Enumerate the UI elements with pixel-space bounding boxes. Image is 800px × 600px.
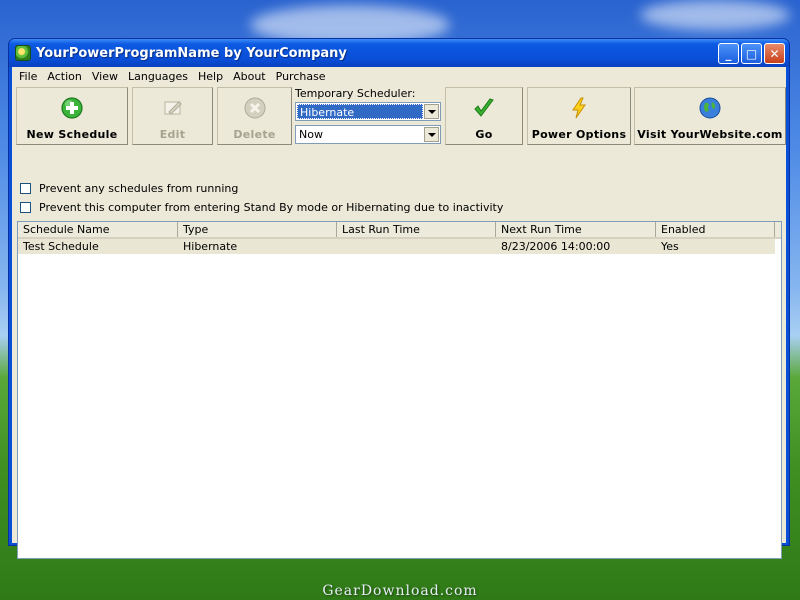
column-enabled[interactable]: Enabled [656, 222, 775, 237]
close-button[interactable]: ✕ [764, 43, 785, 64]
cell-schedule-name: Test Schedule [23, 240, 99, 253]
menu-view[interactable]: View [87, 70, 123, 83]
menu-about[interactable]: About [228, 70, 271, 83]
minimize-button[interactable]: _ [718, 43, 739, 64]
scheduler-action-value: Hibernate [297, 104, 423, 119]
power-options-label: Power Options [531, 128, 627, 141]
sky-cloud [640, 0, 790, 30]
go-label: Go [475, 128, 493, 141]
prevent-schedules-option[interactable]: Prevent any schedules from running [20, 182, 238, 195]
edit-label: Edit [159, 128, 186, 141]
app-icon[interactable] [15, 45, 31, 61]
delete-icon [243, 96, 267, 120]
new-schedule-label: New Schedule [26, 128, 118, 141]
cell-last-run-time [337, 239, 496, 254]
list-header: Schedule Name Type Last Run Time Next Ru… [18, 222, 781, 239]
prevent-standby-label: Prevent this computer from entering Stan… [39, 201, 504, 214]
delete-button[interactable]: Delete [217, 87, 292, 145]
prevent-schedules-label: Prevent any schedules from running [39, 182, 239, 195]
chevron-down-icon[interactable] [424, 104, 439, 119]
prevent-standby-checkbox[interactable] [20, 202, 31, 213]
table-row[interactable]: Test Schedule Hibernate 8/23/2006 14:00:… [18, 239, 775, 254]
app-window: YourPowerProgramName by YourCompany _ □ … [8, 38, 790, 559]
menu-file[interactable]: File [14, 70, 42, 83]
toolbar: New Schedule Edit Delete Temporary Sched… [14, 87, 786, 145]
scheduler-time-select[interactable]: Now [295, 125, 441, 144]
green-plus-icon [60, 96, 84, 120]
menu-purchase[interactable]: Purchase [271, 70, 331, 83]
delete-label: Delete [233, 128, 276, 141]
column-type[interactable]: Type [178, 222, 337, 237]
edit-icon [161, 96, 185, 120]
green-check-icon [472, 96, 496, 120]
window-title: YourPowerProgramName by YourCompany [36, 45, 347, 61]
column-last-run-time[interactable]: Last Run Time [337, 222, 496, 237]
schedule-list[interactable]: Schedule Name Type Last Run Time Next Ru… [17, 221, 782, 559]
maximize-button[interactable]: □ [741, 43, 762, 64]
globe-icon [698, 96, 722, 120]
new-schedule-button[interactable]: New Schedule [16, 87, 128, 145]
menu-bar: File Action View Languages Help About Pu… [12, 67, 786, 86]
column-schedule-name[interactable]: Schedule Name [18, 222, 178, 237]
column-next-run-time[interactable]: Next Run Time [496, 222, 656, 237]
menu-help[interactable]: Help [193, 70, 228, 83]
title-bar[interactable]: YourPowerProgramName by YourCompany _ □ … [9, 39, 789, 67]
chevron-down-icon[interactable] [424, 127, 439, 142]
menu-action[interactable]: Action [42, 70, 86, 83]
cell-next-run-time: 8/23/2006 14:00:00 [501, 240, 611, 253]
cell-type: Hibernate [183, 240, 238, 253]
watermark: GearDownload.com [322, 583, 478, 599]
edit-button[interactable]: Edit [132, 87, 213, 145]
cell-enabled: Yes [661, 240, 679, 253]
scheduler-action-select[interactable]: Hibernate [295, 102, 441, 121]
lightning-icon [567, 96, 591, 120]
visit-website-button[interactable]: Visit YourWebsite.com [634, 87, 786, 145]
scheduler-time-value: Now [299, 128, 323, 141]
go-button[interactable]: Go [445, 87, 523, 145]
client-area: File Action View Languages Help About Pu… [12, 67, 786, 559]
prevent-standby-option[interactable]: Prevent this computer from entering Stan… [20, 201, 503, 214]
visit-website-label: Visit YourWebsite.com [637, 128, 783, 141]
temporary-scheduler-label: Temporary Scheduler: [295, 87, 416, 100]
power-options-button[interactable]: Power Options [527, 87, 631, 145]
menu-languages[interactable]: Languages [123, 70, 193, 83]
prevent-schedules-checkbox[interactable] [20, 183, 31, 194]
